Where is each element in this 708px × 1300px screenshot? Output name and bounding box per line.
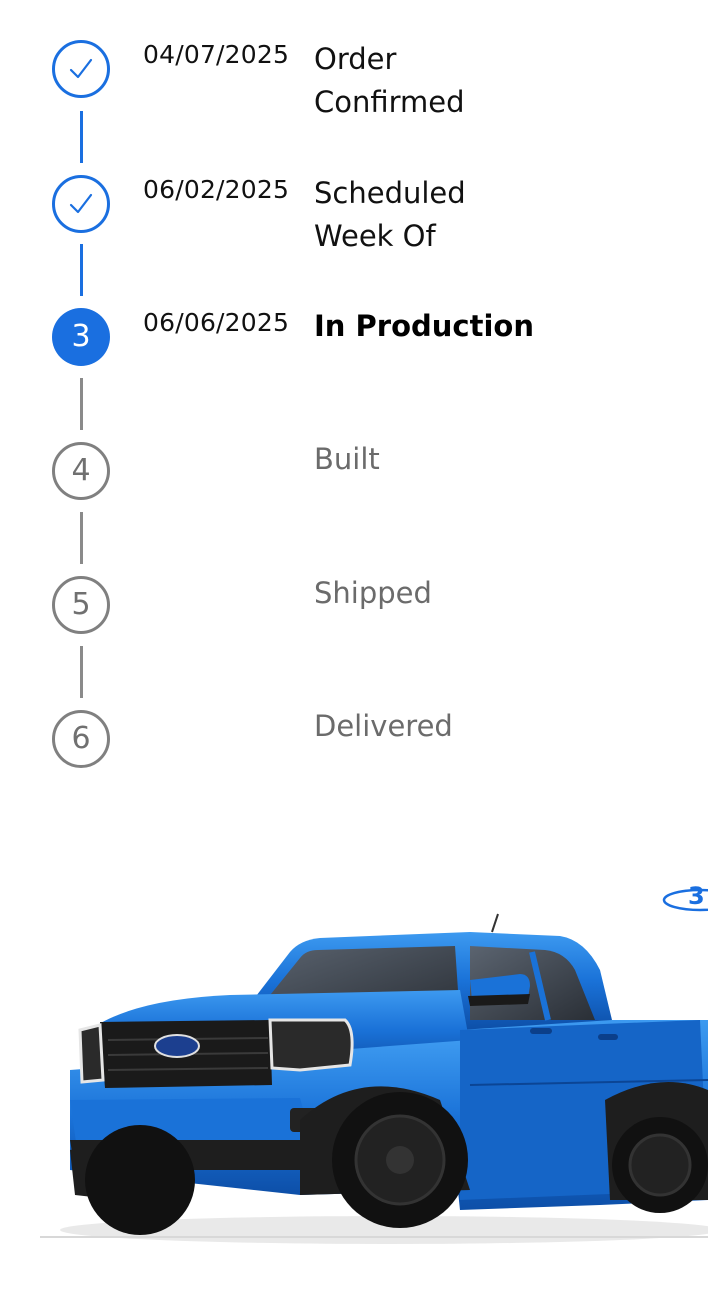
step-connector [80,512,83,564]
step-5-number: 5 [71,587,91,622]
step-6-pending-circle: 6 [52,710,110,768]
pickup-truck-illustration: 3 [60,882,708,1244]
step-connector [80,646,83,698]
step-3-number: 3 [71,319,91,354]
step-6-label: Delivered [314,709,453,743]
order-status-timeline: 04/07/2025 Order Confirmed 06/02/2025 Sc… [0,0,708,800]
step-6-number: 6 [71,721,91,756]
step-4-pending-circle: 4 [52,442,110,500]
rotate-badge-text: 3 [688,882,705,910]
step-4-number: 4 [71,453,91,488]
step-connector [80,111,83,163]
step-connector [80,244,83,296]
step-connector [80,378,83,430]
step-3-label: In Production [314,309,534,343]
ground-line [40,1236,708,1238]
step-2-date: 06/02/2025 [143,175,290,204]
check-icon [69,58,93,79]
check-icon [69,193,93,214]
step-3-date: 06/06/2025 [143,308,290,337]
step-2-label: Scheduled Week Of [314,176,466,253]
step-1-date: 04/07/2025 [143,40,290,69]
step-4-label: Built [314,442,380,476]
step-5-pending-circle: 5 [52,576,110,634]
step-5-label: Shipped [314,576,432,610]
step-1-label: Order Confirmed [314,42,465,119]
step-1-complete-circle [52,40,110,98]
step-2-complete-circle [52,175,110,233]
step-3-current-circle: 3 [52,308,110,366]
vehicle-image: 3 [0,870,708,1270]
